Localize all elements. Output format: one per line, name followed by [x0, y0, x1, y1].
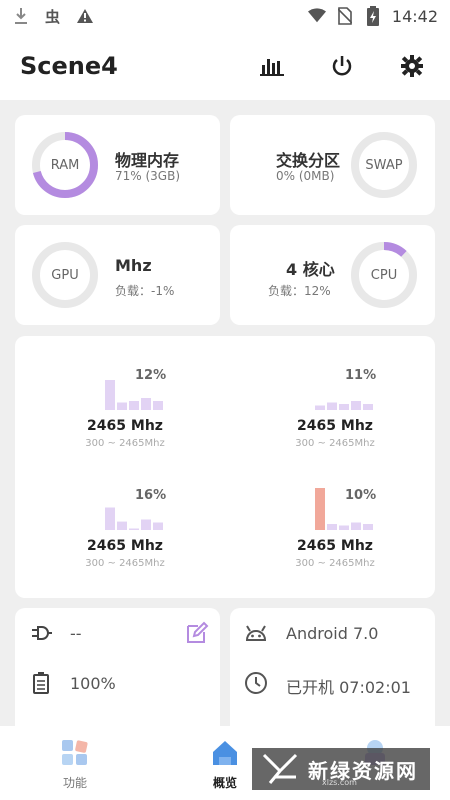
gpu-sub: 负载：-1% — [115, 284, 175, 298]
home-icon — [210, 738, 240, 768]
edit-icon[interactable] — [185, 621, 209, 645]
battery-icon — [29, 671, 53, 695]
svg-text:虫: 虫 — [45, 8, 60, 25]
core-0-bar-2 — [129, 401, 139, 410]
cpu-ring-label: CPU — [370, 267, 398, 283]
cpu-ring: CPU — [350, 241, 418, 309]
core-0-bar-3 — [141, 398, 151, 410]
grid-icon — [60, 738, 90, 768]
ram-card[interactable]: RAM 物理内存 71% (3GB) — [15, 115, 220, 215]
swap-card[interactable]: 交换分区 0% (0MB) SWAP — [230, 115, 435, 215]
core-0-frequency: 2465 Mhz — [87, 418, 163, 434]
ram-ring-label: RAM — [50, 157, 80, 173]
status-time: 14:42 — [391, 6, 438, 26]
watermark-logo-icon — [262, 753, 298, 784]
ram-sub: 71% (3GB) — [115, 169, 181, 183]
power-icon[interactable] — [330, 54, 354, 78]
status-bar: 虫 14:42 — [0, 0, 450, 32]
system-card: Android 7.0 已开机 07:02:01 — [230, 608, 435, 726]
swap-sub: 0% (0MB) — [276, 169, 335, 183]
app-notification-icon: 虫 — [44, 7, 62, 25]
watermark: 新绿资源网 xlzs.com — [252, 748, 430, 790]
core-3-bar-0 — [315, 488, 325, 530]
ram-ring: RAM — [31, 131, 99, 199]
cpu-core-2: 16% 2465 Mhz 300 ~ 2465Mhz — [35, 486, 215, 586]
core-2-frequency: 2465 Mhz — [87, 538, 163, 554]
cpu-core-3: 10% 2465 Mhz 300 ~ 2465Mhz — [245, 486, 425, 586]
core-2-range: 300 ~ 2465Mhz — [85, 558, 165, 569]
core-2-bar-2 — [129, 528, 139, 530]
core-0-bar-0 — [105, 380, 115, 410]
cpu-core-0: 12% 2465 Mhz 300 ~ 2465Mhz — [35, 366, 215, 466]
core-1-bar-1 — [327, 402, 337, 410]
nav-functions[interactable]: 功能 — [0, 726, 150, 800]
core-1-range: 300 ~ 2465Mhz — [295, 438, 375, 449]
app-title: Scene4 — [20, 52, 118, 80]
core-1-percent: 11% — [345, 368, 377, 383]
wifi-icon — [307, 7, 326, 25]
core-1-bar-3 — [351, 401, 361, 410]
clock-icon — [244, 671, 268, 695]
swap-ring: SWAP — [350, 131, 418, 199]
cpu-card[interactable]: 4 核心 负载：12% CPU — [230, 225, 435, 325]
core-0-range: 300 ~ 2465Mhz — [85, 438, 165, 449]
ram-title: 物理内存 — [115, 151, 180, 170]
cpu-sub: 负载：12% — [268, 284, 331, 298]
core-1-frequency: 2465 Mhz — [297, 418, 373, 434]
android-version: Android 7.0 — [286, 624, 379, 643]
core-3-bar-2 — [339, 525, 349, 530]
core-2-bar-4 — [153, 522, 163, 530]
core-3-range: 300 ~ 2465Mhz — [295, 558, 375, 569]
battery-level: 100% — [70, 674, 116, 693]
core-1-bar-2 — [339, 404, 349, 410]
battery-charging-icon — [364, 6, 382, 26]
gpu-ring: GPU — [31, 241, 99, 309]
no-sim-icon — [336, 7, 354, 25]
core-3-bar-4 — [363, 524, 373, 530]
core-1-bar-0 — [315, 405, 325, 410]
gpu-title: Mhz — [115, 256, 152, 275]
settings-icon[interactable] — [400, 54, 424, 78]
gpu-card[interactable]: GPU Mhz 负载：-1% — [15, 225, 220, 325]
cpu-cores-card[interactable]: 12% 2465 Mhz 300 ~ 2465Mhz 11% 2465 Mhz … — [15, 336, 435, 598]
uptime: 已开机 07:02:01 — [286, 678, 411, 697]
core-3-frequency: 2465 Mhz — [297, 538, 373, 554]
core-2-percent: 16% — [135, 488, 167, 503]
android-icon — [244, 621, 268, 645]
app-bar: Scene4 — [0, 32, 450, 100]
chart-icon[interactable] — [260, 54, 284, 78]
warning-icon — [76, 7, 94, 25]
plug-icon — [29, 621, 53, 645]
download-icon — [12, 7, 30, 25]
cpu-title: 4 核心 — [286, 260, 335, 279]
swap-ring-label: SWAP — [365, 157, 403, 173]
core-3-percent: 10% — [345, 488, 377, 503]
nav-functions-label: 功能 — [62, 776, 87, 790]
core-2-bar-0 — [105, 507, 115, 530]
core-0-percent: 12% — [135, 368, 167, 383]
gpu-ring-label: GPU — [51, 267, 79, 283]
power-card: -- 100% — [15, 608, 220, 726]
watermark-subtext: xlzs.com — [322, 778, 357, 787]
core-0-bar-4 — [153, 401, 163, 410]
charge-status: -- — [70, 624, 82, 643]
core-3-bar-3 — [351, 522, 361, 530]
swap-title: 交换分区 — [276, 151, 341, 170]
core-3-bar-1 — [327, 524, 337, 530]
core-1-bar-4 — [363, 404, 373, 410]
core-2-bar-3 — [141, 519, 151, 530]
core-2-bar-1 — [117, 521, 127, 530]
cpu-core-1: 11% 2465 Mhz 300 ~ 2465Mhz — [245, 366, 425, 466]
core-0-bar-1 — [117, 402, 127, 410]
